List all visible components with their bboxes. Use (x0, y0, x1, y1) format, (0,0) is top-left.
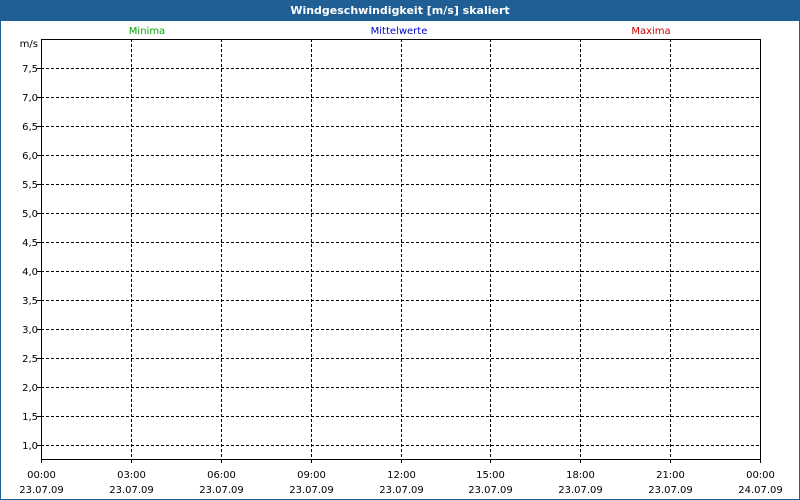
x-tick-time-label: 18:00 (566, 470, 595, 481)
y-tick-label: 6,5 (22, 122, 38, 133)
x-tick-time-label: 15:00 (476, 470, 505, 481)
x-tick-time-label: 12:00 (387, 470, 416, 481)
x-tick-date-label: 23.07.09 (289, 485, 334, 496)
y-tick-label: 1,5 (22, 412, 38, 423)
chart-window: Windgeschwindigkeit [m/s] skaliert Minim… (0, 0, 800, 500)
x-tick-date-label: 23.07.09 (558, 485, 603, 496)
y-tick-label: 4,0 (22, 267, 38, 278)
x-tick-date-label: 23.07.09 (468, 485, 513, 496)
x-tick-time-label: 06:00 (207, 470, 236, 481)
x-tick-time-label: 00:00 (27, 470, 56, 481)
x-tick-date-label: 23.07.09 (199, 485, 244, 496)
y-tick-label: 6,0 (22, 151, 38, 162)
y-tick-label: 3,5 (22, 296, 38, 307)
y-tick-label: 2,5 (22, 354, 38, 365)
x-tick-date-label: 23.07.09 (109, 485, 154, 496)
x-tick-date-label: 24.07.09 (738, 485, 783, 496)
x-tick-time-label: 09:00 (297, 470, 326, 481)
x-tick-date-label: 23.07.09 (648, 485, 693, 496)
y-tick-label: 5,0 (22, 209, 38, 220)
x-tick-time-label: 00:00 (746, 470, 775, 481)
y-tick-label: 3,0 (22, 325, 38, 336)
x-tick-date-label: 23.07.09 (379, 485, 424, 496)
chart-plot: 1,0 1,5 2,0 2,5 3,0 3,5 4,0 4,5 5,0 5,5 6,0 6,5 7,0 7… (19, 39, 783, 496)
y-tick-label: 4,5 (22, 238, 38, 249)
y-tick-label: 7,0 (22, 93, 38, 104)
x-tick-time-label: 21:00 (656, 470, 685, 481)
y-tick-label: 5,5 (22, 180, 38, 191)
y-tick-label: 1,0 (22, 441, 38, 452)
x-tick-date-label: 23.07.09 (19, 485, 64, 496)
x-tick-time-label: 03:00 (117, 470, 146, 481)
y-axis-label: m/s (20, 39, 38, 50)
y-tick-label: 2,0 (22, 383, 38, 394)
y-tick-label: 7,5 (22, 64, 38, 75)
